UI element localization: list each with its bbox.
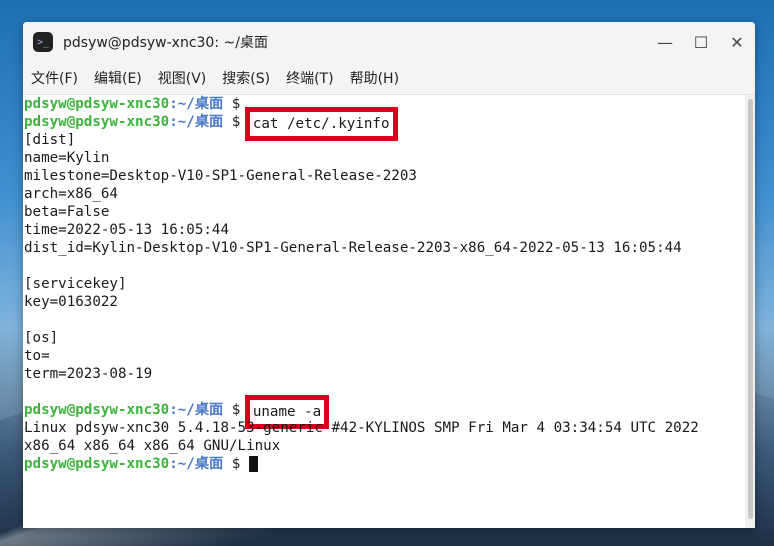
output-line: beta=False: [24, 204, 110, 220]
title-bar[interactable]: >_ pdsyw@pdsyw-xnc30: ~/桌面 — ☐ ✕: [23, 22, 755, 62]
menu-bar: 文件(F) 编辑(E) 视图(V) 搜索(S) 终端(T) 帮助(H): [23, 62, 755, 95]
output-line: key=0163022: [24, 294, 118, 310]
minimize-button[interactable]: —: [647, 22, 683, 62]
window-title: pdsyw@pdsyw-xnc30: ~/桌面: [63, 35, 268, 51]
menu-edit[interactable]: 编辑(E): [86, 68, 150, 88]
output-line: name=Kylin: [24, 150, 110, 166]
prompt-line: pdsyw@pdsyw-xnc30:~/桌面 $ uname -a: [24, 395, 745, 429]
terminal-output[interactable]: pdsyw@pdsyw-xnc30:~/桌面 $ pdsyw@pdsyw-xnc…: [23, 95, 745, 528]
prompt-line: pdsyw@pdsyw-xnc30:~/桌面 $: [24, 455, 745, 473]
output-line: Linux pdsyw-xnc30 5.4.18-53-generic #42-…: [24, 420, 699, 436]
command-output-1: [dist] name=Kylin milestone=Desktop-V10-SP…: [24, 131, 745, 401]
menu-search[interactable]: 搜索(S): [214, 68, 278, 88]
scrollbar-thumb[interactable]: [748, 99, 753, 519]
output-line: x86_64 x86_64 x86_64 GNU/Linux: [24, 438, 281, 454]
menu-view[interactable]: 视图(V): [150, 68, 215, 88]
output-line: [os]: [24, 330, 59, 346]
output-line: dist_id=Kylin-Desktop-V10-SP1-General-Re…: [24, 240, 682, 256]
output-line: milestone=Desktop-V10-SP1-General-Releas…: [24, 168, 417, 184]
prompt-line: pdsyw@pdsyw-xnc30:~/桌面 $ cat /etc/.kyinf…: [24, 107, 745, 141]
output-line: [servicekey]: [24, 276, 127, 292]
output-line: to=: [24, 348, 50, 364]
command-highlight-1: cat /etc/.kyinfo: [244, 107, 398, 141]
menu-help[interactable]: 帮助(H): [342, 68, 407, 88]
text-cursor: [248, 456, 258, 472]
menu-terminal[interactable]: 终端(T): [278, 68, 341, 88]
command-output-2: Linux pdsyw-xnc30 5.4.18-53-generic #42-…: [24, 419, 745, 455]
menu-file[interactable]: 文件(F): [23, 68, 86, 88]
output-line: term=2023-08-19: [24, 366, 153, 382]
terminal-window: >_ pdsyw@pdsyw-xnc30: ~/桌面 — ☐ ✕ 文件(F) 编…: [23, 22, 755, 528]
terminal-app-icon: >_: [33, 32, 53, 52]
output-line: arch=x86_64: [24, 186, 118, 202]
maximize-button[interactable]: ☐: [683, 22, 719, 62]
output-line: time=2022-05-13 16:05:44: [24, 222, 229, 238]
close-button[interactable]: ✕: [719, 22, 755, 62]
scrollbar[interactable]: [745, 95, 755, 528]
